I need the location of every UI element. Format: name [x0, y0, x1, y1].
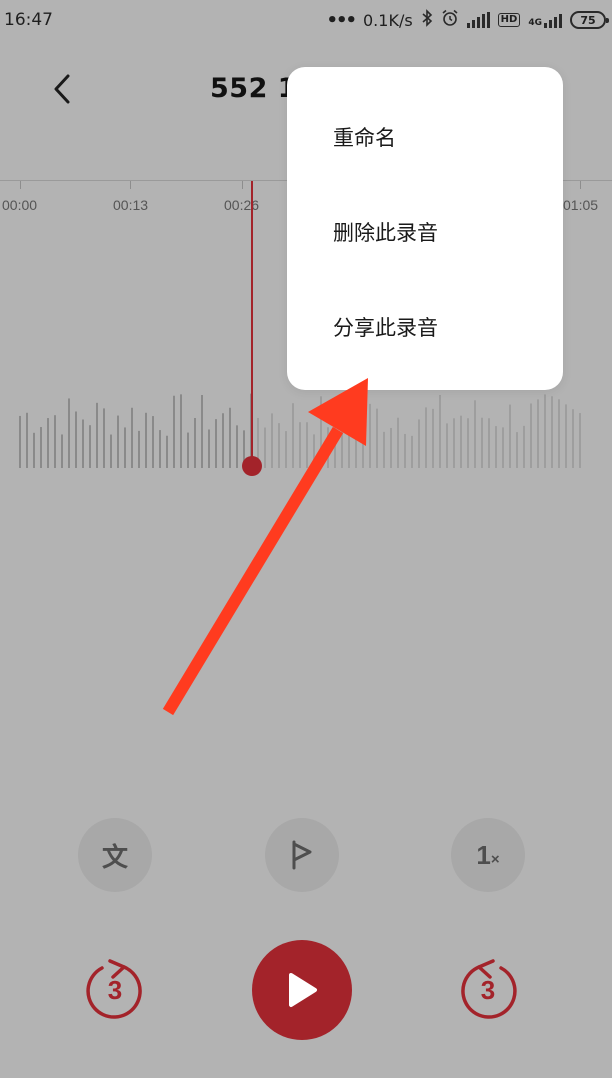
timeline-label: 00:00 — [2, 197, 38, 213]
battery-icon: 75 — [570, 11, 609, 29]
rewind-3s-button[interactable]: 3 — [80, 955, 150, 1025]
4g-signal-icon: 4G — [528, 12, 562, 28]
overflow-menu: 重命名 删除此录音 分享此录音 — [287, 67, 563, 390]
playhead-handle[interactable] — [242, 456, 262, 476]
status-bar: 16:47 ••• 0.1K/s HD 4G 75 — [0, 0, 612, 40]
status-time: 16:47 — [4, 10, 53, 30]
back-button[interactable] — [40, 67, 84, 111]
bluetooth-icon — [421, 9, 433, 31]
timeline-label: 00:26 — [224, 197, 260, 213]
timeline-label: 01:05 — [563, 197, 599, 213]
play-button[interactable] — [252, 940, 352, 1040]
transcribe-icon: 文 — [101, 842, 128, 873]
rewind-seconds: 3 — [107, 974, 123, 1005]
play-icon — [289, 973, 317, 1007]
timeline-label: 00:13 — [113, 197, 149, 213]
status-icons: ••• 0.1K/s HD 4G 75 — [326, 9, 609, 31]
transcribe-button[interactable]: 文 — [78, 818, 152, 892]
chevron-left-icon — [54, 74, 70, 104]
speed-button[interactable]: 1× — [451, 818, 525, 892]
alarm-icon — [441, 9, 459, 31]
recording-title: 552 19 — [210, 73, 290, 104]
forward-3s-button[interactable]: 3 — [453, 955, 523, 1025]
dots-icon: ••• — [326, 9, 356, 31]
hd-icon: HD — [497, 13, 521, 27]
net-speed: 0.1K/s — [363, 10, 413, 30]
flag-button[interactable] — [265, 818, 339, 892]
menu-item-share[interactable]: 分享此录音 — [333, 312, 438, 342]
playhead-line[interactable] — [251, 181, 253, 468]
forward-seconds: 3 — [480, 974, 496, 1005]
speed-label: 1× — [476, 839, 500, 870]
flag-icon — [292, 840, 312, 870]
waveform[interactable] — [0, 380, 612, 480]
signal-icon — [466, 12, 490, 28]
menu-item-rename[interactable]: 重命名 — [333, 122, 396, 152]
menu-item-delete[interactable]: 删除此录音 — [333, 217, 438, 247]
